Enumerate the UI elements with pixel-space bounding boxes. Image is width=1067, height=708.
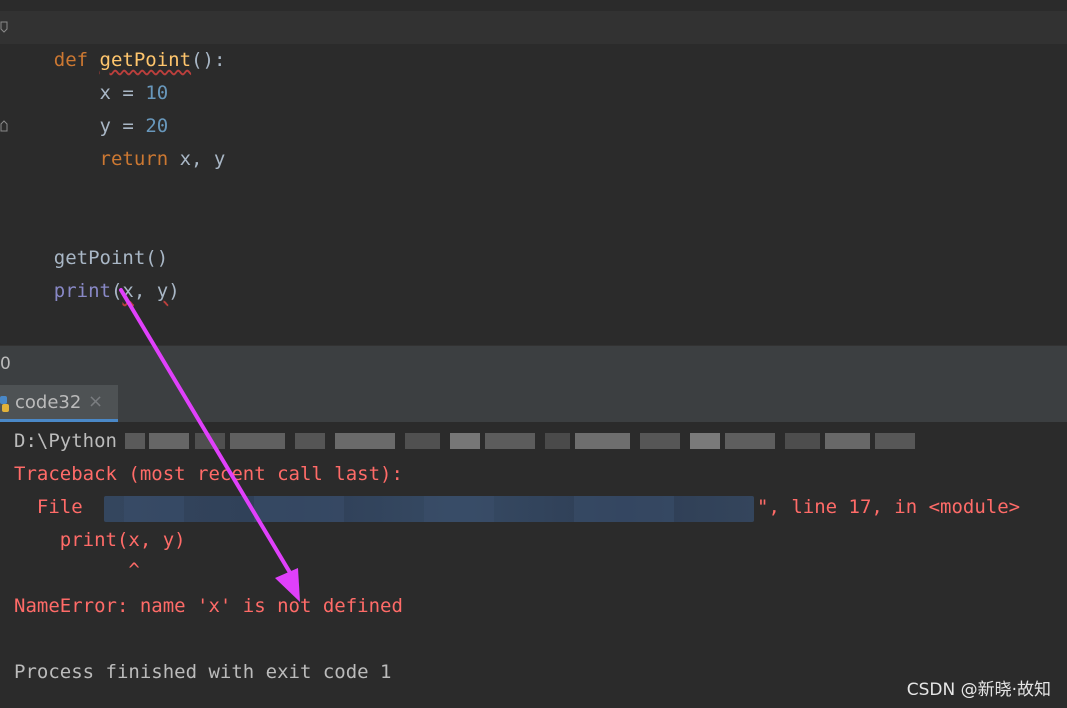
- return-values: x, y: [168, 148, 226, 170]
- paren-open: (: [110, 280, 123, 302]
- traceback-file-suffix: ", line 17, in <module>: [757, 496, 1021, 518]
- editor-breadcrumb-bar: 0: [0, 345, 1067, 386]
- run-tool-window-tabs: code32 ×: [0, 385, 1067, 423]
- console-command-line: D:\Python: [14, 430, 117, 452]
- code-line-3[interactable]: y = 20: [0, 77, 1067, 137]
- traceback-code-line: print(x, y): [14, 529, 186, 551]
- keyword-return: return: [99, 148, 169, 170]
- redacted-path: [125, 433, 915, 449]
- tab-code32[interactable]: code32 ×: [0, 385, 118, 422]
- paren-close: ): [168, 280, 180, 302]
- builtin-print: print: [53, 280, 111, 302]
- traceback-caret: ^: [14, 559, 140, 581]
- tab-label: code32: [15, 392, 82, 413]
- code-line-5[interactable]: getPoint(): [0, 209, 1067, 269]
- undefined-var-y: y: [156, 280, 169, 302]
- python-icon: [0, 396, 10, 412]
- watermark: CSDN @新晓·故知: [906, 680, 1051, 700]
- editor-top-strip: [0, 0, 1067, 11]
- code-line-2[interactable]: x = 10: [0, 44, 1067, 104]
- traceback-header: Traceback (most recent call last):: [14, 463, 403, 485]
- code-editor[interactable]: def getPoint(): x = 10 y = 20 return x, …: [0, 0, 1067, 345]
- process-exit-message: Process finished with exit code 1: [14, 661, 392, 683]
- fold-end-marker-icon[interactable]: [0, 120, 8, 132]
- comma: ,: [133, 280, 157, 302]
- fold-marker-icon[interactable]: [0, 21, 8, 33]
- redacted-file-link[interactable]: [104, 496, 754, 522]
- traceback-file-prefix: File: [14, 496, 95, 518]
- error-message: NameError: name 'x' is not defined: [14, 595, 403, 617]
- breadcrumb[interactable]: 0: [0, 354, 11, 374]
- code-line-6[interactable]: print(x, y): [0, 242, 1067, 302]
- code-line-4[interactable]: return x, y: [0, 110, 1067, 170]
- code-line-1[interactable]: def getPoint():: [0, 11, 1067, 71]
- undefined-var-x: x: [122, 280, 134, 302]
- close-icon[interactable]: ×: [88, 391, 103, 412]
